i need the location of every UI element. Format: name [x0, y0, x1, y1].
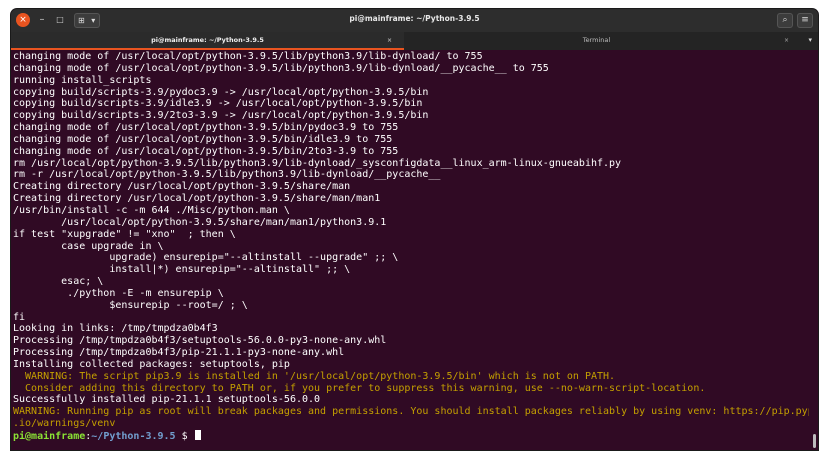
terminal-line: rm /usr/local/opt/python-3.9.5/lib/pytho…	[13, 157, 622, 169]
title-bar[interactable]: × – □ ⊞ ▾ pi@mainframe: ~/Python-3.9.5 ⌕…	[11, 9, 818, 32]
terminal-line: $ensurepip --root=/ ; \	[13, 299, 248, 311]
terminal-line: Processing /tmp/tmpdza0b4f3/setuptools-5…	[13, 335, 387, 347]
hamburger-menu-button[interactable]: ≡	[797, 13, 813, 28]
prompt-line[interactable]: pi@mainframe:~/Python-3.9.5 $	[13, 430, 809, 442]
scrollbar[interactable]	[813, 434, 816, 448]
terminal-line: fi	[13, 311, 26, 323]
terminal-line: esac; \	[13, 276, 104, 288]
terminal-line: copying build/scripts-3.9/2to3-3.9 -> /u…	[13, 110, 429, 122]
terminal-line: WARNING: Running pip as root will break …	[13, 406, 809, 418]
terminal-line: case upgrade in \	[13, 240, 164, 252]
terminal-line: ./python -E -m ensurepip \	[13, 287, 224, 299]
terminal-line: copying build/scripts-3.9/pydoc3.9 -> /u…	[13, 86, 429, 98]
terminal-line: Processing /tmp/tmpdza0b4f3/pip-21.1.1-p…	[13, 347, 345, 359]
terminal-line: changing mode of /usr/local/opt/python-3…	[13, 133, 393, 145]
terminal-line: running install_scripts	[13, 74, 152, 86]
prompt-symbol: $	[175, 431, 194, 442]
menu-icon: ≡	[801, 15, 809, 25]
terminal-line: Installing collected packages: setuptool…	[13, 358, 290, 370]
tab-label: pi@mainframe: ~/Python-3.9.5	[151, 36, 264, 44]
terminal-line: changing mode of /usr/local/opt/python-3…	[13, 122, 399, 134]
terminal-window: × – □ ⊞ ▾ pi@mainframe: ~/Python-3.9.5 ⌕…	[11, 9, 818, 450]
terminal-line: Creating directory /usr/local/opt/python…	[13, 193, 381, 205]
search-button[interactable]: ⌕	[777, 13, 793, 28]
window-title: pi@mainframe: ~/Python-3.9.5	[349, 14, 480, 23]
terminal-line: copying build/scripts-3.9/idle3.9 -> /us…	[13, 98, 423, 110]
terminal-line: WARNING: The script pip3.9 is installed …	[13, 370, 616, 382]
terminal-line: changing mode of /usr/local/opt/python-3…	[13, 62, 549, 74]
terminal-line: changing mode of /usr/local/opt/python-3…	[13, 51, 483, 62]
terminal-line: .io/warnings/venv	[13, 418, 116, 430]
tab-pi-mainframe[interactable]: pi@mainframe: ~/Python-3.9.5 ×	[11, 32, 404, 50]
terminal-line: Consider adding this directory to PATH o…	[13, 382, 706, 394]
close-tab-icon[interactable]: ×	[784, 32, 789, 49]
tab-terminal[interactable]: Terminal ×	[404, 32, 789, 50]
terminal-line: /usr/local/opt/python-3.9.5/share/man/ma…	[13, 216, 387, 228]
tab-list-chevron-icon[interactable]: ▾	[808, 32, 812, 49]
terminal-line: changing mode of /usr/local/opt/python-3…	[13, 145, 399, 157]
terminal-line: Creating directory /usr/local/opt/python…	[13, 181, 351, 193]
terminal-line: Successfully installed pip-21.1.1 setupt…	[13, 394, 321, 406]
tab-label: Terminal	[582, 36, 611, 44]
text-cursor	[194, 430, 201, 440]
terminal-line: Looking in links: /tmp/tmpdza0b4f3	[13, 323, 218, 335]
terminal-line: /usr/bin/install -c -m 644 ./Misc/python…	[13, 204, 290, 216]
terminal-line: if test "xupgrade" != "xno" ; then \	[13, 228, 236, 240]
terminal-line: install|*) ensurepip="--altinstall" ;; \	[13, 264, 351, 276]
search-icon: ⌕	[782, 15, 788, 25]
prompt-user-host: pi@mainframe	[13, 431, 86, 442]
terminal-line: rm -r /usr/local/opt/python-3.9.5/lib/py…	[13, 169, 441, 181]
tab-bar: pi@mainframe: ~/Python-3.9.5 × Terminal …	[11, 32, 818, 50]
terminal-line: upgrade) ensurepip="--altinstall --upgra…	[13, 252, 399, 264]
prompt-path: ~/Python-3.9.5	[91, 431, 176, 442]
terminal-output[interactable]: changing mode of /usr/local/opt/python-3…	[11, 51, 811, 450]
close-tab-icon[interactable]: ×	[387, 32, 392, 49]
